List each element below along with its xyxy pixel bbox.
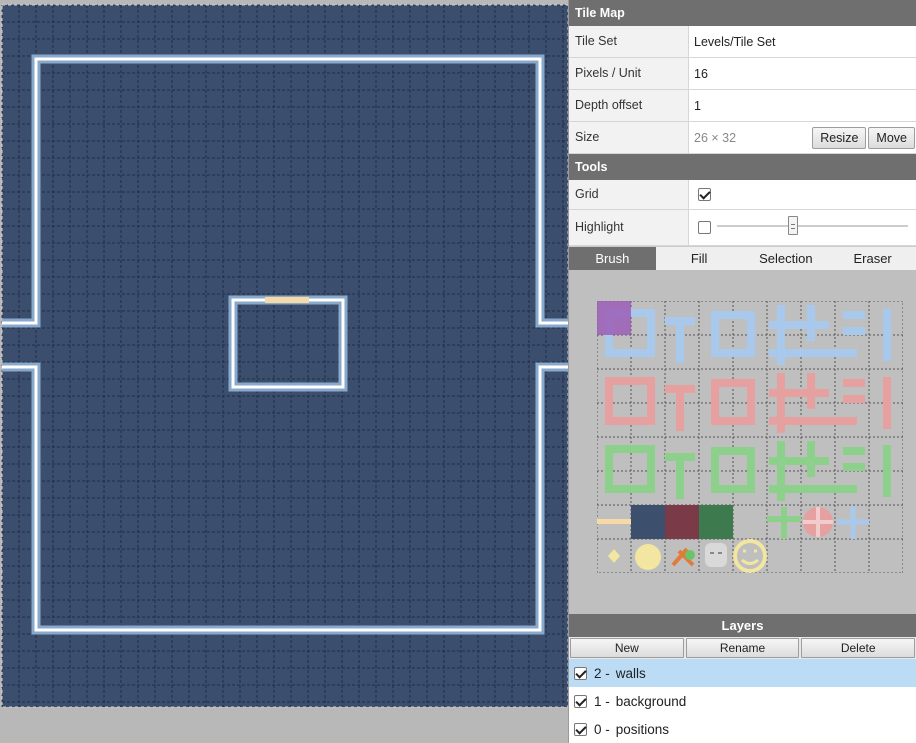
palette-green-walls-piece xyxy=(605,445,655,493)
palette-red-walls-piece xyxy=(605,377,655,425)
palette-blue-walls-piece xyxy=(665,317,695,363)
palette-blue-walls xyxy=(605,305,891,365)
palette-green-walls-piece xyxy=(665,453,695,499)
delete-layer-button[interactable]: Delete xyxy=(801,638,916,658)
layer-name: walls xyxy=(615,665,646,681)
palette-small-gem xyxy=(608,549,620,563)
layer-item-background[interactable]: 1 - background xyxy=(569,687,916,715)
size-label: Size xyxy=(569,122,689,153)
palette-dark-blue-tile xyxy=(631,505,665,539)
grid-checkbox[interactable] xyxy=(698,188,711,201)
palette-item-leaf xyxy=(685,550,695,560)
tab-eraser[interactable]: Eraser xyxy=(829,247,916,270)
resize-button[interactable]: Resize xyxy=(812,126,867,149)
layer-item-positions[interactable]: 0 - positions xyxy=(569,715,916,743)
depth-input[interactable] xyxy=(693,91,916,120)
palette-blue-walls-piece xyxy=(843,311,865,335)
tile-set-row: Tile Set xyxy=(569,26,916,58)
layer-index: 0 - xyxy=(594,721,610,737)
tilemap-viewport[interactable] xyxy=(0,0,568,743)
tile-set-input[interactable] xyxy=(693,27,916,56)
palette-red-walls-piece xyxy=(665,385,695,431)
layer-visibility-checkbox[interactable] xyxy=(574,666,587,680)
depth-label: Depth offset xyxy=(569,90,689,121)
tools-header: Tools xyxy=(569,154,916,180)
tool-tabs: Brush Fill Selection Eraser xyxy=(569,246,916,270)
palette-red-walls xyxy=(605,373,891,433)
layers-header: Layers xyxy=(569,614,916,637)
move-button[interactable]: Move xyxy=(868,126,915,149)
tab-brush[interactable]: Brush xyxy=(569,247,656,270)
layer-name: positions xyxy=(615,721,670,737)
door-tile xyxy=(265,297,309,303)
highlight-slider[interactable] xyxy=(717,216,908,235)
grid-row: Grid xyxy=(569,180,916,210)
rename-layer-button[interactable]: Rename xyxy=(685,638,800,658)
tile-palette-grid[interactable] xyxy=(597,301,903,573)
layer-index: 1 - xyxy=(594,693,610,709)
palette-dark-red-tile xyxy=(665,505,699,539)
tilemap-header: Tile Map xyxy=(569,0,916,26)
palette-green-walls-piece xyxy=(843,447,865,471)
layer-index: 2 - xyxy=(594,665,610,681)
layer-list: 2 - walls 1 - background 0 - positions xyxy=(569,659,916,743)
highlight-slider-thumb[interactable] xyxy=(788,216,799,235)
layer-buttons: New Rename Delete xyxy=(569,637,916,659)
palette-blue-cross xyxy=(837,506,869,539)
highlight-checkbox[interactable] xyxy=(698,221,711,234)
palette-green-cross xyxy=(767,507,801,539)
palette-door-tile xyxy=(597,519,631,524)
size-row: Size 26 × 32 Resize Move xyxy=(569,122,916,154)
size-value: 26 × 32 xyxy=(694,130,737,145)
selected-tile-highlight xyxy=(597,301,631,335)
layer-visibility-checkbox[interactable] xyxy=(574,694,587,708)
layer-name: background xyxy=(615,693,687,709)
pixels-input[interactable] xyxy=(693,59,916,88)
tile-palette xyxy=(569,270,916,614)
pixels-row: Pixels / Unit xyxy=(569,58,916,90)
layer-visibility-checkbox[interactable] xyxy=(574,722,587,736)
palette-dark-green-tile xyxy=(699,505,733,539)
palette-smiley-features xyxy=(741,549,759,565)
highlight-row: Highlight xyxy=(569,210,916,246)
tilemap-canvas[interactable] xyxy=(0,0,568,743)
tab-selection[interactable]: Selection xyxy=(743,247,830,270)
layer-item-walls[interactable]: 2 - walls xyxy=(569,659,916,687)
highlight-label: Highlight xyxy=(569,210,689,245)
palette-green-walls xyxy=(605,441,891,501)
depth-row: Depth offset xyxy=(569,90,916,122)
palette-yellow-orb xyxy=(635,544,661,570)
grid-label: Grid xyxy=(569,180,689,209)
tab-fill[interactable]: Fill xyxy=(656,247,743,270)
palette-red-walls-piece xyxy=(843,379,865,403)
inspector-panel: Tile Map Tile Set Pixels / Unit Depth of… xyxy=(568,0,916,743)
pixels-label: Pixels / Unit xyxy=(569,58,689,89)
palette-smiley-face xyxy=(733,539,767,573)
palette-ghost-sprite xyxy=(705,543,727,567)
new-layer-button[interactable]: New xyxy=(570,638,684,658)
tile-set-label: Tile Set xyxy=(569,26,689,57)
